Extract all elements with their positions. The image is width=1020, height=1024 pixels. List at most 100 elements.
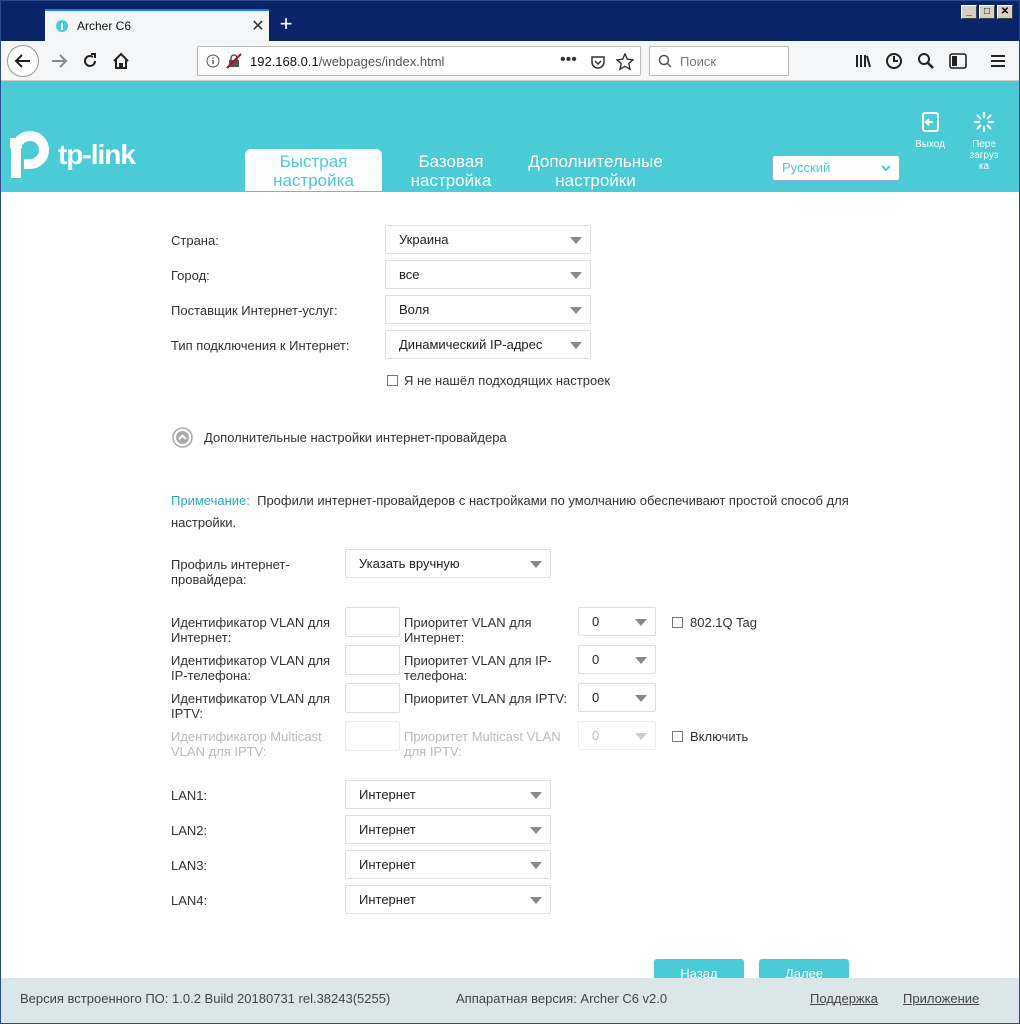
next-button[interactable]: Далее xyxy=(759,959,849,979)
lan1-select[interactable]: Интернет xyxy=(345,780,551,809)
tab-basic[interactable]: Базовая настройка xyxy=(396,149,506,191)
vlan-internet-id-input[interactable] xyxy=(345,607,400,637)
tab-title: Archer C6 xyxy=(77,19,132,33)
enable-multicast-label: Включить xyxy=(690,729,749,744)
back-button[interactable]: Назад xyxy=(654,959,744,979)
vlan-phone-prio-select[interactable]: 0 xyxy=(578,645,656,674)
lan3-select[interactable]: Интернет xyxy=(345,850,551,879)
zoom-search-icon[interactable] xyxy=(913,48,939,74)
dropdown-arrow-icon xyxy=(635,733,647,740)
tplink-logo-icon xyxy=(10,131,49,178)
forward-arrow-icon[interactable] xyxy=(46,48,72,74)
dropdown-arrow-icon xyxy=(635,695,647,702)
new-tab-button[interactable]: + xyxy=(275,11,297,37)
window-titlebar: Archer C6 ✕ + _ □ ✕ xyxy=(1,1,1019,41)
maximize-button[interactable]: □ xyxy=(979,5,995,19)
lan2-select[interactable]: Интернет xyxy=(345,815,551,844)
pocket-icon[interactable] xyxy=(590,54,606,70)
lan4-value: Интернет xyxy=(359,892,416,907)
dropdown-arrow-icon xyxy=(530,862,542,869)
page-actions-icon[interactable]: ••• xyxy=(560,51,577,69)
dropdown-arrow-icon xyxy=(635,619,647,626)
tab-advanced[interactable]: Дополнительные настройки xyxy=(518,149,673,191)
lan4-label: LAN4: xyxy=(171,893,208,908)
menu-icon[interactable] xyxy=(985,48,1011,74)
vlan-iptv-id-input[interactable] xyxy=(345,683,400,713)
browser-tab[interactable]: Archer C6 ✕ xyxy=(45,9,269,41)
reload-icon[interactable] xyxy=(77,48,103,74)
lan1-label: LAN1: xyxy=(171,788,208,803)
language-select[interactable]: Русский xyxy=(772,155,900,181)
vlan-internet-prio-label: Приоритет VLAN для Интернет: xyxy=(404,615,532,645)
lan3-label: LAN3: xyxy=(171,858,208,873)
vlan-phone-id-label: Идентификатор VLAN для IP-телефона: xyxy=(171,653,331,683)
search-input[interactable]: Поиск xyxy=(649,46,789,76)
language-value: Русский xyxy=(782,160,831,175)
minimize-button[interactable]: _ xyxy=(961,5,977,19)
profile-select[interactable]: Указать вручную xyxy=(345,549,551,578)
profile-label: Профиль интернет-провайдера: xyxy=(171,557,290,587)
tplink-logo: tp-link xyxy=(10,130,136,180)
dropdown-arrow-icon xyxy=(530,792,542,799)
tplink-favicon-icon xyxy=(56,20,68,32)
collapse-up-icon[interactable] xyxy=(172,427,193,448)
country-select[interactable]: Украина xyxy=(385,225,591,254)
logout-label: Выход xyxy=(915,139,945,150)
page-footer: Версия встроенного ПО: 1.0.2 Build 20180… xyxy=(1,978,1019,1023)
reboot-label: Пере загруз ка xyxy=(969,139,999,172)
support-link[interactable]: Поддержка xyxy=(810,991,878,1006)
city-label: Город: xyxy=(171,268,210,283)
vlan-iptv-id-label: Идентификатор VLAN для IPTV: xyxy=(171,691,331,721)
vlan-internet-id-label: Идентификатор VLAN для Интернет: xyxy=(171,615,331,645)
reboot-icon xyxy=(973,111,995,133)
vlan-internet-prio-value: 0 xyxy=(592,614,600,629)
vlan-multicast-prio-label: Приоритет Multicast VLAN для IPTV: xyxy=(404,729,561,759)
firmware-version: Версия встроенного ПО: 1.0.2 Build 20180… xyxy=(20,991,391,1006)
note-key: Примечание: xyxy=(171,493,250,508)
conn-type-select[interactable]: Динамический IP-адрес xyxy=(385,330,591,359)
reboot-button[interactable]: Пере загруз ка xyxy=(962,111,1006,172)
chevron-down-icon xyxy=(881,165,891,172)
vlan-phone-prio-value: 0 xyxy=(592,652,600,667)
hardware-version: Аппаратная версия: Archer C6 v2.0 xyxy=(456,991,668,1006)
bookmark-star-icon[interactable] xyxy=(616,53,634,71)
lan4-select[interactable]: Интернет xyxy=(345,885,551,914)
vlan-iptv-prio-select[interactable]: 0 xyxy=(578,683,656,712)
not-found-checkbox[interactable] xyxy=(387,375,398,386)
search-icon xyxy=(658,54,672,68)
info-icon[interactable] xyxy=(206,54,220,68)
lan2-value: Интернет xyxy=(359,822,416,837)
enable-multicast-checkbox[interactable] xyxy=(672,731,683,742)
url-bar[interactable]: 192.168.0.1/webpages/index.html ••• xyxy=(197,46,641,76)
app-link[interactable]: Приложение xyxy=(903,991,979,1006)
search-placeholder: Поиск xyxy=(680,53,717,69)
header-top-strip xyxy=(1,81,1019,100)
advanced-isp-toggle[interactable]: Дополнительные настройки интернет-провай… xyxy=(204,430,507,445)
conn-type-label: Тип подключения к Интернет: xyxy=(171,338,350,353)
sidebar-icon[interactable] xyxy=(945,48,971,74)
library-icon[interactable] xyxy=(851,48,877,74)
vlan-iptv-prio-label: Приоритет VLAN для IPTV: xyxy=(404,691,568,706)
vlan-multicast-prio-select[interactable]: 0 xyxy=(578,721,656,750)
isp-value: Воля xyxy=(399,302,430,317)
url-path: /webpages/index.html xyxy=(318,53,445,69)
logout-icon xyxy=(922,112,939,132)
note-block: Примечание: Профили интернет-провайдеров… xyxy=(171,490,851,534)
vlan-internet-prio-select[interactable]: 0 xyxy=(578,607,656,636)
close-window-button[interactable]: ✕ xyxy=(997,5,1013,19)
url-host: 192.168.0.1 xyxy=(250,53,319,69)
history-icon[interactable] xyxy=(881,48,907,74)
city-select[interactable]: все xyxy=(385,260,591,289)
dropdown-arrow-icon xyxy=(570,307,582,314)
lan2-label: LAN2: xyxy=(171,823,208,838)
home-icon[interactable] xyxy=(108,48,134,74)
vlan-multicast-id-input[interactable] xyxy=(345,721,400,751)
8021q-tag-checkbox[interactable] xyxy=(672,617,683,628)
back-arrow-icon[interactable] xyxy=(7,45,39,77)
vlan-phone-id-input[interactable] xyxy=(345,645,400,675)
tab-close-icon[interactable]: ✕ xyxy=(247,16,269,36)
insecure-lock-icon[interactable] xyxy=(226,53,242,69)
tab-quick-setup[interactable]: Быстрая настройка xyxy=(245,149,382,191)
logout-button[interactable]: Выход xyxy=(908,111,952,150)
isp-select[interactable]: Воля xyxy=(385,295,591,324)
